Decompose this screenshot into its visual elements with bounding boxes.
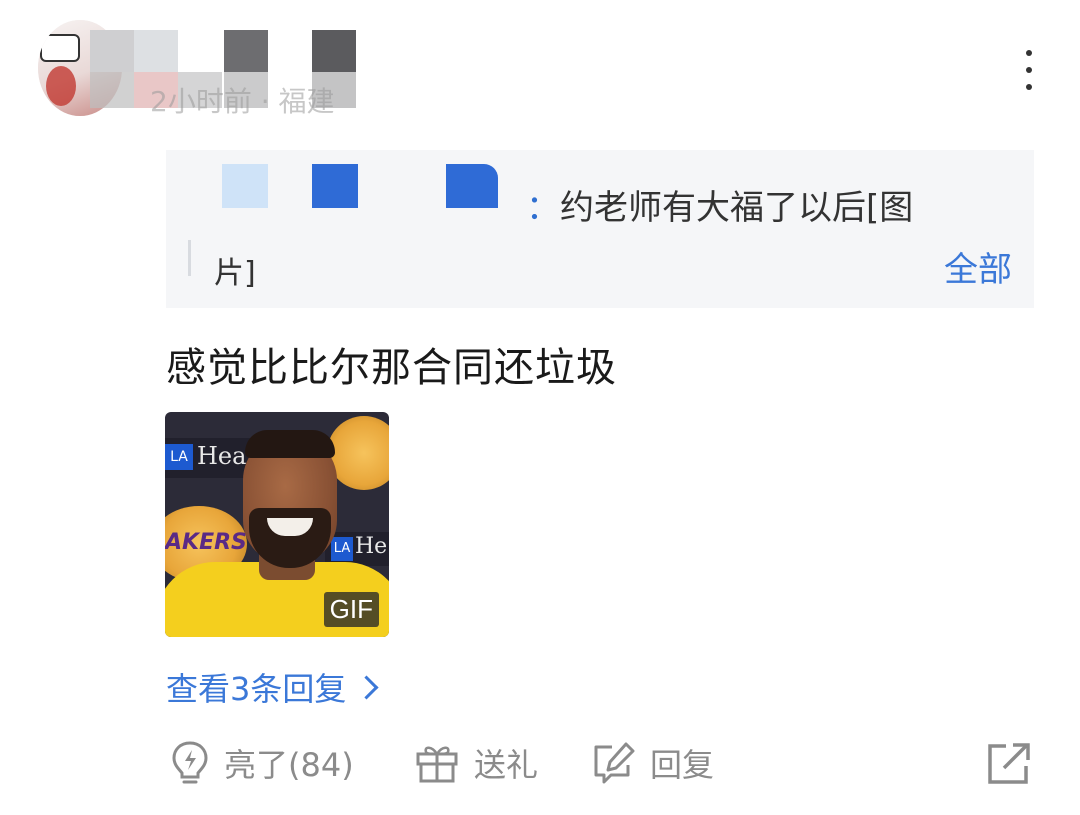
chevron-right-icon xyxy=(354,674,379,700)
quote-expand-link[interactable]: 全部 xyxy=(944,242,1012,291)
gif-badge: GIF xyxy=(323,592,379,627)
quoted-reply[interactable]: ：约老师有大福了以后[图 片] 全部 xyxy=(166,150,1034,308)
post-meta: 2小时前 · 福建 xyxy=(150,85,335,118)
quote-text-line1: 约老师有大福了以后[图 xyxy=(560,188,914,228)
share-icon[interactable] xyxy=(986,742,1032,790)
like-button[interactable]: 亮了(84) xyxy=(170,740,354,786)
gift-button[interactable]: 送礼 xyxy=(414,740,538,786)
reply-label: 回复 xyxy=(650,746,715,784)
quote-divider xyxy=(188,240,191,276)
quote-text-line2: 片] xyxy=(214,256,256,291)
view-replies-link[interactable]: 查看3条回复 xyxy=(166,664,379,710)
like-label: 亮了(84) xyxy=(224,746,354,784)
gift-icon xyxy=(414,742,460,784)
comment-gif-image[interactable]: LA Healt AKERS LA He GIF xyxy=(165,412,389,637)
more-icon[interactable] xyxy=(1018,50,1040,90)
view-replies-label: 查看3条回复 xyxy=(166,670,347,708)
compose-icon xyxy=(590,741,636,785)
lightbulb-icon xyxy=(170,740,210,786)
reply-button[interactable]: 回复 xyxy=(590,740,714,786)
gift-label: 送礼 xyxy=(474,746,539,784)
gif-banner-sign: LA He xyxy=(325,532,389,566)
quote-colon: ： xyxy=(526,188,560,228)
comment-text: 感觉比比尔那合同还垃圾 xyxy=(166,345,617,391)
comment-card: 2小时前 · 福建 ：约老师有大福了以后[图 片] 全部 感觉比比尔那合同还垃圾… xyxy=(0,0,1080,815)
